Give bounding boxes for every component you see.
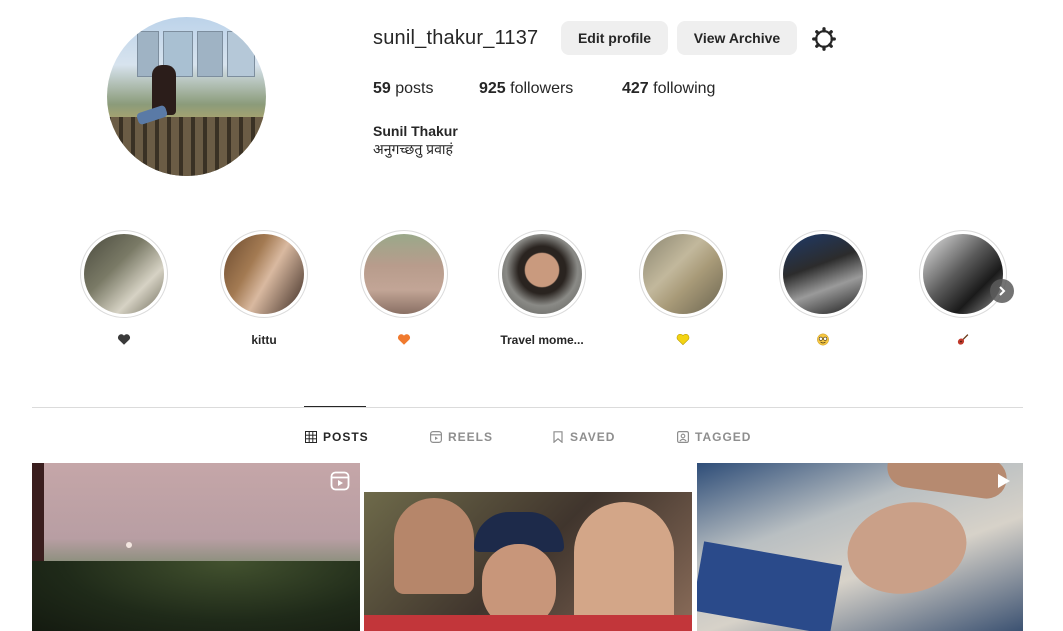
play-icon <box>998 474 1010 488</box>
bookmark-icon <box>553 431 563 443</box>
grid-icon <box>305 431 317 443</box>
reels-icon <box>330 471 350 491</box>
highlight-cover <box>923 234 1003 314</box>
active-tab-indicator <box>304 406 366 407</box>
tab-saved-label: SAVED <box>570 430 616 444</box>
edit-profile-button[interactable]: Edit profile <box>561 21 668 55</box>
highlight-cover <box>643 234 723 314</box>
highlight-label: kittu <box>251 333 277 347</box>
settings-gear-icon[interactable] <box>811 26 837 52</box>
highlight-cover <box>84 234 164 314</box>
black-heart-icon <box>117 334 131 345</box>
highlight-label <box>778 333 868 349</box>
reels-icon <box>430 431 442 443</box>
guitar-icon <box>957 334 969 345</box>
tabs-divider <box>32 407 1023 408</box>
tab-tagged-label: TAGGED <box>695 430 752 444</box>
nerd-face-icon <box>817 333 829 346</box>
highlight-item[interactable] <box>79 230 169 349</box>
highlight-item[interactable]: Travel mome... <box>497 230 587 349</box>
highlight-item[interactable]: kittu <box>219 230 309 349</box>
post-thumbnail[interactable] <box>364 463 692 631</box>
tab-saved[interactable]: SAVED <box>552 428 615 446</box>
highlight-label <box>638 333 728 349</box>
highlight-label <box>359 333 449 349</box>
profile-username: sunil_thakur_1137 <box>373 27 539 49</box>
highlight-cover <box>783 234 863 314</box>
tab-reels[interactable]: REELS <box>430 428 493 446</box>
tab-posts[interactable]: POSTS <box>305 428 369 446</box>
highlight-item[interactable] <box>778 230 868 349</box>
chevron-right-icon <box>999 286 1006 296</box>
highlight-item[interactable] <box>638 230 728 349</box>
highlight-label: Travel mome... <box>500 333 584 347</box>
post-thumbnail[interactable] <box>32 463 360 631</box>
orange-heart-icon <box>397 334 411 345</box>
following-link[interactable]: 427 following <box>622 80 715 98</box>
highlight-cover <box>224 234 304 314</box>
posts-count: 59 posts <box>373 80 434 97</box>
highlight-cover <box>364 234 444 314</box>
followers-link[interactable]: 925 followers <box>479 80 573 98</box>
view-archive-button[interactable]: View Archive <box>677 21 797 55</box>
highlight-item[interactable] <box>359 230 449 349</box>
profile-avatar[interactable] <box>107 17 266 176</box>
highlight-cover <box>502 234 582 314</box>
highlights-next-button[interactable] <box>990 279 1014 303</box>
tagged-icon <box>677 431 689 443</box>
tab-tagged[interactable]: TAGGED <box>677 428 751 446</box>
tab-posts-label: POSTS <box>323 430 369 444</box>
post-thumbnail[interactable] <box>697 463 1023 631</box>
highlight-label <box>79 333 169 349</box>
yellow-heart-icon <box>676 333 690 346</box>
highlight-label <box>918 333 1008 349</box>
profile-full-name: Sunil Thakur <box>373 123 458 139</box>
profile-bio: अनुगच्छतु प्रवाहं <box>373 141 453 157</box>
tab-reels-label: REELS <box>448 430 494 444</box>
